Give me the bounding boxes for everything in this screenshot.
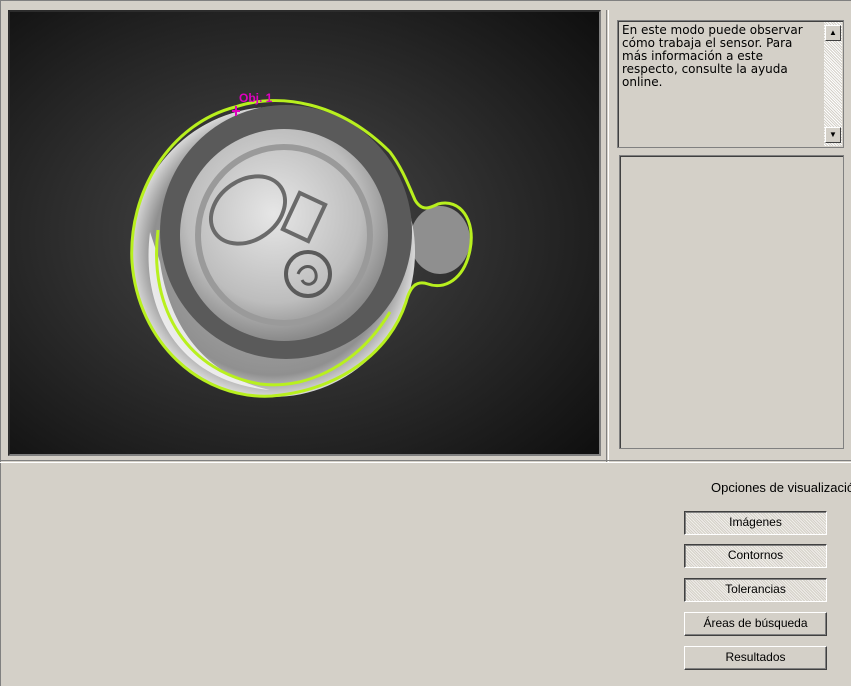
cap-center (180, 129, 388, 341)
vertical-divider (606, 10, 609, 462)
images-toggle-button[interactable]: Imágenes (684, 511, 827, 535)
search-areas-toggle-button[interactable]: Áreas de búsqueda (684, 612, 827, 636)
scroll-up-icon[interactable]: ▲ (825, 25, 841, 41)
sensor-image: Obj. 1 (10, 12, 599, 454)
camera-image-panel[interactable]: Obj. 1 (8, 10, 601, 456)
help-text: En este modo puede observar cómo trabaja… (622, 23, 803, 89)
horizontal-divider (0, 460, 851, 463)
results-panel (619, 155, 844, 449)
help-scrollbar[interactable]: ▲ ▼ (824, 22, 842, 146)
results-toggle-button[interactable]: Resultados (684, 646, 827, 670)
object-label: Obj. 1 (239, 91, 273, 105)
lid-tab (410, 206, 470, 274)
scroll-down-icon[interactable]: ▼ (825, 127, 841, 143)
help-text-box[interactable]: En este modo puede observar cómo trabaja… (617, 20, 844, 148)
tolerances-toggle-button[interactable]: Tolerancias (684, 578, 827, 602)
display-options-title: Opciones de visualizació (711, 480, 851, 495)
contours-toggle-button[interactable]: Contornos (684, 544, 827, 568)
